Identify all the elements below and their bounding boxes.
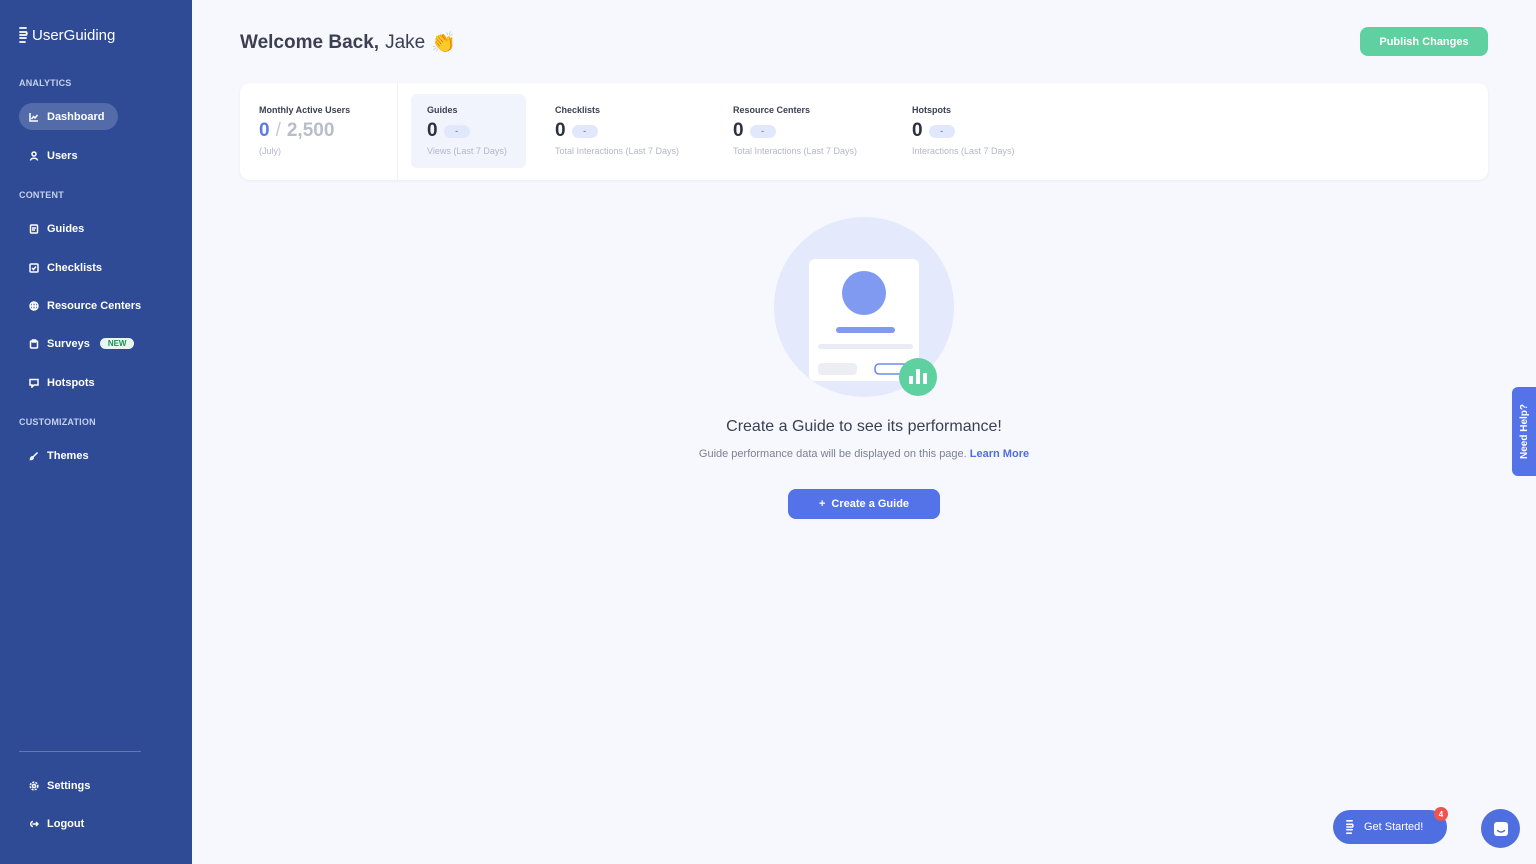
sidebar-item-resource-centers[interactable]: Resource Centers (19, 292, 155, 319)
stat-number: 0 (912, 120, 923, 141)
stat-label: Guides (427, 105, 458, 115)
stat-value: 0 - (912, 120, 955, 142)
section-content: CONTENT (19, 190, 64, 200)
empty-state-subtitle: Guide performance data will be displayed… (0, 448, 1536, 460)
stat-sub: Views (Last 7 Days) (427, 146, 507, 156)
publish-changes-button[interactable]: Publish Changes (1360, 27, 1488, 56)
mau-limit: 2,500 (286, 120, 335, 141)
stat-label: Monthly Active Users (259, 105, 351, 115)
learn-more-link[interactable]: Learn More (970, 448, 1029, 460)
sidebar-item-label: Surveys (47, 337, 90, 350)
plus-icon: + (818, 498, 826, 510)
stats-card: Monthly Active Users 0 / 2,500 (July) Gu… (240, 83, 1488, 180)
gear-icon (29, 780, 39, 791)
userguiding-logo-icon (19, 27, 28, 43)
clapping-hands-icon: 👏 (431, 32, 457, 54)
get-started-button[interactable]: Get Started! (1333, 810, 1447, 844)
empty-state-title: Create a Guide to see its performance! (726, 418, 1002, 435)
sidebar-item-guides[interactable]: Guides (19, 215, 98, 242)
sidebar-item-label: Dashboard (47, 110, 105, 123)
new-badge: NEW (99, 338, 135, 349)
stat-value: 0 - (733, 120, 776, 142)
globe-icon (29, 300, 39, 311)
page-title: Welcome Back, Jake 👏 (240, 30, 456, 55)
stat-label: Resource Centers (733, 105, 811, 115)
sidebar-item-label: Guides (47, 222, 85, 235)
sidebar-item-label: Checklists (47, 261, 103, 274)
stat-label: Hotspots (912, 105, 951, 115)
stat-number: 0 (555, 120, 566, 141)
checklist-icon (29, 262, 39, 273)
notification-badge: 4 (1434, 807, 1448, 821)
stat-label: Checklists (555, 105, 601, 115)
need-help-label: Need Help? (1518, 403, 1530, 460)
get-started-label: Get Started! (1364, 821, 1424, 833)
stat-value: 0 - (427, 120, 470, 142)
trend-pill: - (443, 124, 470, 138)
sidebar-item-label: Users (47, 149, 78, 162)
user-icon (29, 150, 39, 161)
brand-name: UserGuiding (32, 26, 116, 44)
userguiding-logo-icon (1346, 819, 1354, 835)
stat-number: 0 (427, 120, 438, 141)
sidebar-item-label: Resource Centers (47, 299, 142, 312)
chart-line-icon (29, 112, 39, 122)
chat-icon (1493, 821, 1508, 836)
stat-monthly-active-users: Monthly Active Users 0 / 2,500 (July) (240, 83, 398, 180)
trend-pill: - (571, 124, 598, 138)
section-analytics: ANALYTICS (19, 78, 72, 88)
guide-performance-illustration (774, 217, 954, 397)
brand-logo[interactable]: UserGuiding (18, 26, 115, 44)
sidebar-item-label: Logout (47, 817, 85, 830)
sidebar-item-surveys[interactable]: Surveys NEW (19, 330, 148, 357)
guide-document-icon (29, 223, 39, 234)
stat-sub: Total Interactions (Last 7 Days) (555, 146, 680, 156)
create-guide-label: Create a Guide (831, 498, 910, 510)
empty-state-description: Guide performance data will be displayed… (698, 448, 967, 460)
stat-sub: Total Interactions (Last 7 Days) (733, 146, 858, 156)
stat-sub: (July) (259, 146, 281, 156)
stat-value: 0 - (555, 120, 598, 142)
sidebar-item-users[interactable]: Users (19, 142, 92, 169)
sidebar-item-logout[interactable]: Logout (19, 810, 98, 837)
stat-guides[interactable]: Guides 0 - Views (Last 7 Days) (411, 94, 526, 168)
create-guide-button[interactable]: + Create a Guide (788, 489, 940, 519)
mau-current: 0 (259, 120, 270, 141)
sidebar-item-settings[interactable]: Settings (19, 772, 104, 799)
hotspot-icon (29, 378, 39, 388)
sidebar-item-checklists[interactable]: Checklists (19, 254, 116, 281)
user-name: Jake (385, 31, 426, 53)
sidebar-item-hotspots[interactable]: Hotspots (19, 369, 109, 396)
need-help-tab[interactable]: Need Help? (1512, 387, 1536, 476)
sidebar-divider (19, 751, 141, 752)
trend-pill: - (749, 124, 776, 138)
welcome-prefix: Welcome Back, (240, 31, 380, 53)
sidebar-item-label: Hotspots (47, 376, 95, 389)
logout-icon (30, 820, 39, 827)
chat-launcher-button[interactable] (1481, 809, 1520, 848)
mau-separator: / (275, 120, 281, 141)
clipboard-icon (29, 338, 39, 349)
trend-pill: - (928, 124, 955, 138)
stat-value: 0 / 2,500 (259, 120, 334, 142)
sidebar-item-dashboard[interactable]: Dashboard (19, 103, 119, 130)
stat-number: 0 (733, 120, 744, 141)
sidebar-item-label: Settings (47, 779, 91, 792)
stat-sub: Interactions (Last 7 Days) (912, 146, 1015, 156)
